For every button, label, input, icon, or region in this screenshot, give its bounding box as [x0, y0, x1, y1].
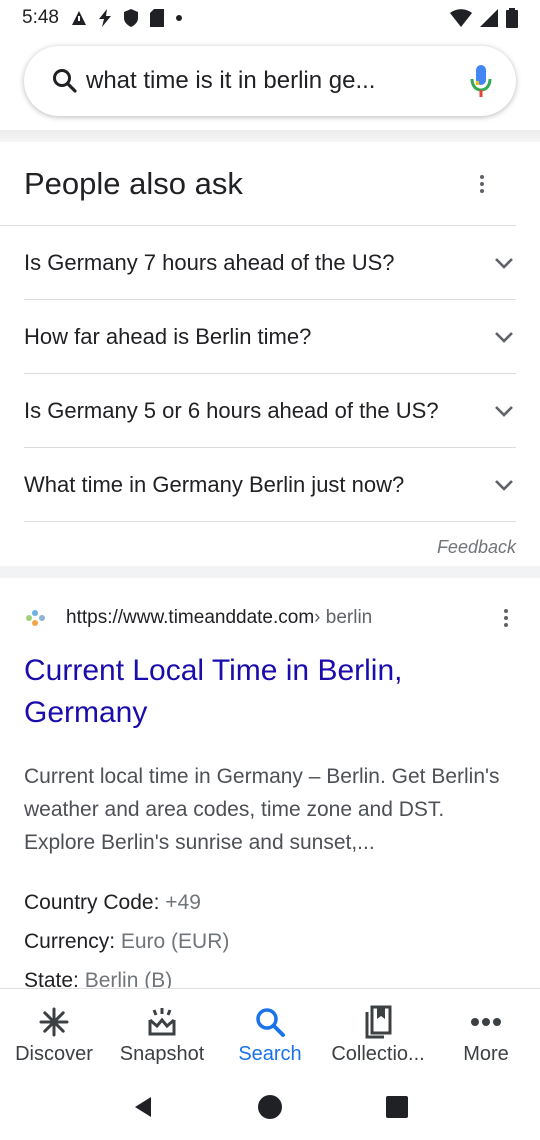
chevron-down-icon[interactable] — [492, 325, 516, 349]
status-bar: 5:48 — [0, 0, 540, 36]
sd-card-icon — [149, 9, 164, 27]
bottom-nav: Discover Snapshot Search Collectio... Mo… — [0, 988, 540, 1074]
bolt-icon — [98, 9, 111, 27]
result-facts: Country Code: +49 Currency: Euro (EUR) S… — [24, 883, 516, 1000]
fact-country-code: Country Code: +49 — [24, 883, 516, 922]
nav-snapshot[interactable]: Snapshot — [108, 989, 216, 1074]
nav-collections[interactable]: Collectio... — [324, 989, 432, 1074]
nav-discover[interactable]: Discover — [0, 989, 108, 1074]
result-source: https://www.timeanddate.com › berlin — [24, 578, 516, 658]
result-title-link[interactable]: Current Local Time in Berlin, Germany — [24, 650, 516, 734]
paa-question[interactable]: How far ahead is Berlin time? — [24, 300, 516, 374]
fact-value: Euro (EUR) — [120, 930, 230, 953]
nav-search[interactable]: Search — [216, 989, 324, 1074]
paa-question-text: What time in Germany Berlin just now? — [24, 471, 405, 497]
more-icon — [469, 1005, 503, 1039]
home-icon[interactable] — [250, 1087, 290, 1127]
asterisk-icon — [37, 1005, 71, 1039]
paa-question-text: How far ahead is Berlin time? — [24, 323, 312, 349]
header-divider — [0, 130, 540, 142]
dot-icon — [175, 15, 182, 21]
nav-label: Snapshot — [119, 1043, 205, 1065]
system-status-icons — [450, 8, 518, 28]
battery-icon — [506, 8, 518, 28]
search-icon — [253, 1005, 287, 1039]
paa-question-text: Is Germany 7 hours ahead of the US? — [24, 249, 395, 275]
section-separator — [0, 566, 540, 578]
feedback-link[interactable]: Feedback — [437, 537, 516, 558]
paa-question[interactable]: Is Germany 5 or 6 hours ahead of the US? — [24, 374, 516, 448]
fact-value: +49 — [165, 891, 201, 914]
nav-label: More — [463, 1043, 509, 1065]
fact-label: Currency: — [24, 930, 121, 953]
notification-icons — [71, 9, 183, 27]
signal-icon — [480, 9, 498, 27]
nav-more[interactable]: More — [432, 989, 540, 1074]
fact-label: Country Code: — [24, 891, 166, 914]
snapshot-icon — [145, 1005, 179, 1039]
system-nav-bar — [0, 1074, 540, 1140]
people-also-ask: People also ask Is Germany 7 hours ahead… — [0, 142, 540, 572]
wifi-icon — [450, 9, 472, 27]
fact-currency: Currency: Euro (EUR) — [24, 922, 516, 961]
paa-title: People also ask — [24, 165, 243, 201]
shield-icon — [123, 9, 138, 27]
google-search-icon — [53, 69, 77, 93]
site-favicon-icon — [26, 610, 45, 626]
collections-icon — [361, 1005, 395, 1039]
result-url[interactable]: https://www.timeanddate.com — [66, 607, 314, 629]
nav-label: Collectio... — [331, 1043, 425, 1065]
feedback-row: Feedback — [0, 522, 540, 572]
chevron-down-icon[interactable] — [492, 473, 516, 497]
paa-header: People also ask — [0, 142, 516, 226]
search-input[interactable]: what time is it in berlin ge... — [86, 67, 458, 95]
search-result: https://www.timeanddate.com › berlin Cur… — [0, 578, 540, 1000]
search-header: what time is it in berlin ge... — [0, 36, 540, 130]
status-time: 5:48 — [22, 7, 59, 28]
paa-question-text: Is Germany 5 or 6 hours ahead of the US? — [24, 397, 439, 423]
chevron-down-icon[interactable] — [492, 251, 516, 275]
paa-more-icon[interactable] — [472, 169, 492, 199]
back-icon[interactable] — [123, 1087, 163, 1127]
paa-question[interactable]: Is Germany 7 hours ahead of the US? — [24, 226, 516, 300]
result-url-path: › berlin — [314, 607, 373, 628]
result-snippet: Current local time in Germany – Berlin. … — [24, 765, 500, 854]
mic-icon[interactable] — [466, 63, 496, 99]
nav-label: Search — [238, 1043, 302, 1065]
nav-label: Discover — [15, 1043, 93, 1065]
chevron-down-icon[interactable] — [492, 399, 516, 423]
data-saver-icon — [71, 11, 86, 25]
search-bar[interactable]: what time is it in berlin ge... — [24, 46, 516, 116]
result-more-icon[interactable] — [496, 603, 516, 633]
recents-icon[interactable] — [377, 1087, 417, 1127]
paa-question[interactable]: What time in Germany Berlin just now? — [24, 448, 516, 522]
